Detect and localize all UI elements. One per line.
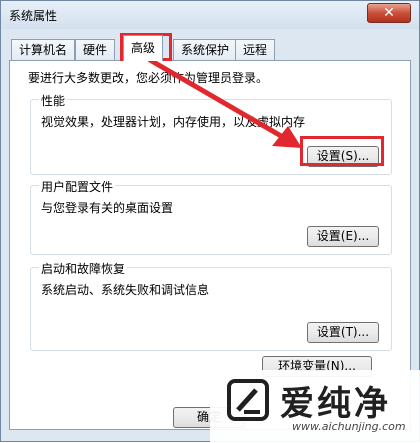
startup-recovery-settings-button[interactable]: 设置(T)... [307,322,379,343]
tab-system-protection[interactable]: 系统保护 [173,39,238,60]
user-profiles-title: 用户配置文件 [39,178,116,195]
tab-hardware[interactable]: 硬件 [75,39,116,60]
tab-remote[interactable]: 远程 [235,39,276,60]
close-icon: ✕ [383,5,395,21]
watermark-logo-icon [227,379,269,421]
settings-button-highlight [300,136,384,166]
startup-recovery-title: 启动和故障恢复 [39,260,128,277]
performance-title: 性能 [39,92,68,109]
title-bar[interactable]: 系统属性 ✕ [1,1,419,29]
admin-note: 要进行大多数更改，您必须作为管理员登录。 [28,71,269,85]
user-profiles-group: 用户配置文件 与您登录有关的桌面设置 设置(E)... [30,178,392,255]
watermark-text: 爱纯净 [280,384,391,424]
watermark: 爱纯净 www.aichunjing.com [210,370,420,442]
close-button[interactable]: ✕ [367,3,411,23]
performance-desc: 视觉效果，处理器计划，内存使用，以及虚拟内存 [41,115,306,129]
startup-recovery-desc: 系统启动、系统失败和调试信息 [41,283,210,297]
user-profiles-desc: 与您登录有关的桌面设置 [41,201,174,215]
tab-computer-name[interactable]: 计算机名 [11,39,76,60]
startup-recovery-group: 启动和故障恢复 系统启动、系统失败和调试信息 设置(T)... [30,260,392,351]
user-profiles-settings-button[interactable]: 设置(E)... [307,226,379,247]
tab-advanced[interactable]: 高级 [123,35,164,61]
watermark-url: www.aichunjing.com [292,420,406,433]
window-title: 系统属性 [9,9,58,23]
